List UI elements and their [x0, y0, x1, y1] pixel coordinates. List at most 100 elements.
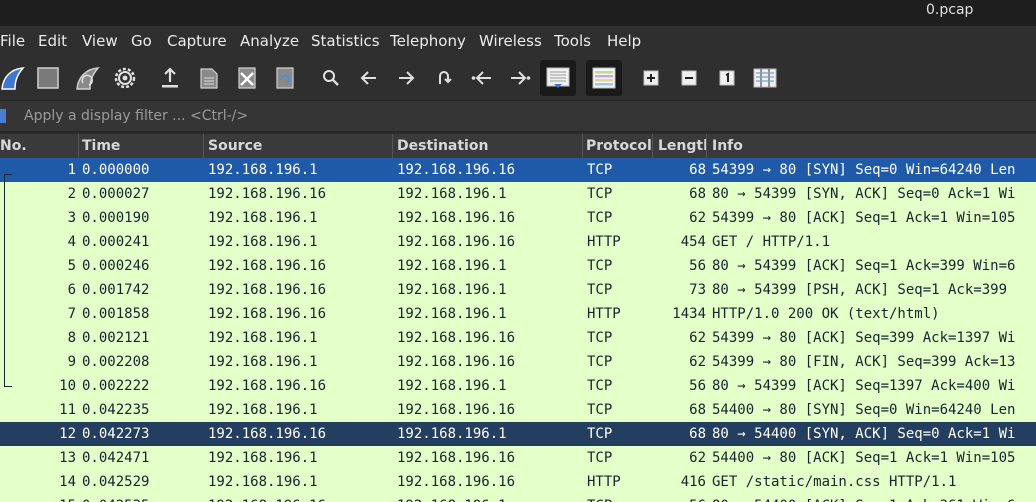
- packet-destination: 192.168.196.1: [397, 258, 507, 274]
- start-capture-button[interactable]: [0, 62, 28, 94]
- table-row[interactable]: 12 0.042273 192.168.196.16 192.168.196.1 TCP…: [0, 422, 1036, 446]
- capture-options-button[interactable]: [109, 62, 141, 94]
- restart-capture-button[interactable]: [71, 62, 103, 94]
- packet-time: 0.042535: [82, 494, 202, 502]
- zoom-out-icon: [681, 70, 697, 86]
- packet-source: 192.168.196.16: [208, 378, 327, 394]
- packet-time: 0.002208: [82, 354, 150, 370]
- packet-info: 80 → 54399 [ACK] Seq=1 Ack=399 Win=6: [712, 258, 1016, 274]
- file-icon: [200, 68, 218, 89]
- column-header-length[interactable]: Length: [658, 134, 707, 158]
- table-row[interactable]: 3 0.000190 192.168.196.1 192.168.196.16 TCP 6…: [0, 206, 1036, 230]
- autoscroll-button[interactable]: [540, 60, 576, 96]
- normal-size-button[interactable]: [711, 62, 743, 94]
- column-header-time[interactable]: Time: [82, 134, 204, 158]
- resize-columns-icon: [753, 68, 777, 88]
- packet-destination: 192.168.196.16: [397, 474, 516, 490]
- table-row[interactable]: 5 0.000246 192.168.196.16 192.168.196.1 TCP 5…: [0, 254, 1036, 278]
- go-back-button[interactable]: [353, 62, 385, 94]
- packet-source: 192.168.196.16: [208, 258, 327, 274]
- packet-length: 73: [689, 282, 706, 298]
- menu-view[interactable]: View: [82, 32, 118, 50]
- open-file-button[interactable]: [154, 62, 186, 94]
- table-row[interactable]: 14 0.042529 192.168.196.1 192.168.196.16 HTT…: [0, 470, 1036, 494]
- column-header-destination[interactable]: Destination: [397, 134, 583, 158]
- column-header-protocol[interactable]: Protocol: [586, 134, 653, 158]
- conversation-bracket-line: [4, 174, 5, 386]
- table-row[interactable]: 7 0.001858 192.168.196.16 192.168.196.1 HTTP…: [0, 302, 1036, 326]
- zoom-in-button[interactable]: [635, 62, 667, 94]
- stop-square-icon: [37, 67, 59, 89]
- packet-number: 3: [67, 210, 76, 226]
- table-row[interactable]: 11 0.042235 192.168.196.1 192.168.196.16 TCP…: [0, 398, 1036, 422]
- column-header-no[interactable]: No.: [0, 134, 79, 158]
- table-row[interactable]: 15 0.042535 192.168.196.16 192.168.196.1 TCP…: [0, 494, 1036, 502]
- packet-destination: 192.168.196.1: [397, 494, 581, 502]
- table-row[interactable]: 6 0.001742 192.168.196.16 192.168.196.1 TCP 7…: [0, 278, 1036, 302]
- table-row[interactable]: 4 0.000241 192.168.196.1 192.168.196.16 HTTP…: [0, 230, 1036, 254]
- packet-info: 54400 → 80 [SYN] Seq=0 Win=64240 Len: [712, 402, 1016, 418]
- packet-length: 62: [689, 354, 706, 370]
- packet-source: 192.168.196.1: [208, 162, 318, 178]
- packet-time: 0.042273: [82, 426, 150, 442]
- packet-protocol: TCP: [587, 330, 613, 346]
- packet-number: 6: [67, 282, 76, 298]
- packet-length: 68: [689, 186, 706, 202]
- go-forward-button[interactable]: [390, 62, 422, 94]
- menu-telephony[interactable]: Telephony: [390, 32, 466, 50]
- resize-columns-button[interactable]: [749, 62, 781, 94]
- packet-info: 54399 → 80 [FIN, ACK] Seq=399 Ack=13: [712, 354, 1016, 370]
- packet-source: 192.168.196.16: [208, 494, 392, 502]
- packet-number: 2: [67, 186, 76, 202]
- save-file-button[interactable]: [193, 62, 225, 94]
- menu-tools[interactable]: Tools: [554, 32, 591, 50]
- table-row[interactable]: 1 0.000000 192.168.196.1 192.168.196.16 TCP 6…: [0, 158, 1036, 182]
- packet-time: 0.042471: [82, 450, 150, 466]
- menu-wireless[interactable]: Wireless: [479, 32, 542, 50]
- column-header-source[interactable]: Source: [208, 134, 393, 158]
- packet-destination: 192.168.196.16: [397, 210, 516, 226]
- table-row[interactable]: 9 0.002208 192.168.196.1 192.168.196.16 TCP 6…: [0, 350, 1036, 374]
- table-row[interactable]: 10 0.002222 192.168.196.16 192.168.196.1 TCP…: [0, 374, 1036, 398]
- reload-file-button[interactable]: [269, 62, 301, 94]
- arrow-right-icon: [399, 71, 415, 85]
- filter-bookmark-icon[interactable]: [0, 109, 6, 123]
- menu-file[interactable]: File: [0, 32, 25, 50]
- menu-go[interactable]: Go: [131, 32, 152, 50]
- column-header-info[interactable]: Info: [712, 134, 1036, 158]
- packet-protocol: TCP: [587, 378, 613, 394]
- packet-list: 1 0.000000 192.168.196.1 192.168.196.16 TCP 6…: [0, 158, 1036, 502]
- search-icon: [323, 70, 339, 86]
- menu-statistics[interactable]: Statistics: [311, 32, 380, 50]
- packet-info: 80 → 54400 [ACK] Seq=1 Ack=361 Win=6: [712, 494, 1036, 502]
- table-row[interactable]: 2 0.000027 192.168.196.16 192.168.196.1 TCP 6…: [0, 182, 1036, 206]
- zoom-in-icon: [643, 70, 659, 86]
- display-filter-input[interactable]: [24, 105, 1024, 127]
- packet-time: 0.000190: [82, 210, 150, 226]
- zoom-out-button[interactable]: [673, 62, 705, 94]
- packet-source: 192.168.196.1: [208, 474, 318, 490]
- packet-time: 0.000027: [82, 186, 150, 202]
- packet-source: 192.168.196.1: [208, 450, 318, 466]
- go-to-packet-button[interactable]: [428, 62, 460, 94]
- close-file-button[interactable]: [231, 62, 263, 94]
- packet-source: 192.168.196.16: [208, 186, 327, 202]
- colorize-icon: [592, 67, 616, 89]
- last-packet-button[interactable]: [504, 62, 536, 94]
- last-packet-icon: [511, 71, 531, 85]
- packet-info: 54399 → 80 [ACK] Seq=399 Ack=1397 Wi: [712, 330, 1016, 346]
- table-row[interactable]: 13 0.042471 192.168.196.1 192.168.196.16 TCP…: [0, 446, 1036, 470]
- find-packet-button[interactable]: [315, 62, 347, 94]
- menu-bar: File Edit View Go Capture Analyze Statis…: [0, 26, 1036, 56]
- menu-edit[interactable]: Edit: [38, 32, 67, 50]
- menu-analyze[interactable]: Analyze: [240, 32, 299, 50]
- packet-info: 80 → 54400 [SYN, ACK] Seq=0 Ack=1 Wi: [712, 426, 1016, 442]
- table-row[interactable]: 8 0.002121 192.168.196.1 192.168.196.16 TCP 6…: [0, 326, 1036, 350]
- packet-protocol: TCP: [587, 450, 613, 466]
- packet-destination: 192.168.196.16: [397, 450, 516, 466]
- first-packet-button[interactable]: [466, 62, 498, 94]
- stop-capture-button[interactable]: [32, 62, 64, 94]
- colorize-button[interactable]: [586, 60, 622, 96]
- menu-help[interactable]: Help: [607, 32, 641, 50]
- menu-capture[interactable]: Capture: [167, 32, 227, 50]
